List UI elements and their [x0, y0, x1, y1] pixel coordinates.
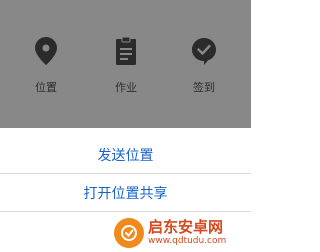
toolbar-item-label: 签到: [193, 81, 215, 94]
toolbar-item-homework[interactable]: 作业: [96, 30, 156, 100]
check-circle-icon: [189, 36, 219, 66]
watermark-logo-icon: [114, 218, 144, 248]
send-location-option[interactable]: 发送位置: [0, 135, 251, 175]
location-pin-icon: [31, 36, 61, 66]
clipboard-icon: [111, 36, 141, 66]
toolbar-item-checkin[interactable]: 签到: [174, 30, 234, 100]
toolbar-item-label: 位置: [35, 81, 57, 94]
watermark-name: 启东安卓网: [148, 218, 224, 236]
dimmed-background-overlay[interactable]: 位置 作业 签到: [0, 0, 251, 128]
watermark-url: www.qdtudu.com: [148, 236, 227, 246]
divider: [0, 211, 251, 212]
share-location-option[interactable]: 打开位置共享: [0, 173, 251, 213]
watermark: 启东安卓网 www.qdtudu.com: [114, 214, 251, 252]
toolbar-item-location[interactable]: 位置: [16, 30, 76, 100]
toolbar-item-label: 作业: [115, 81, 137, 94]
